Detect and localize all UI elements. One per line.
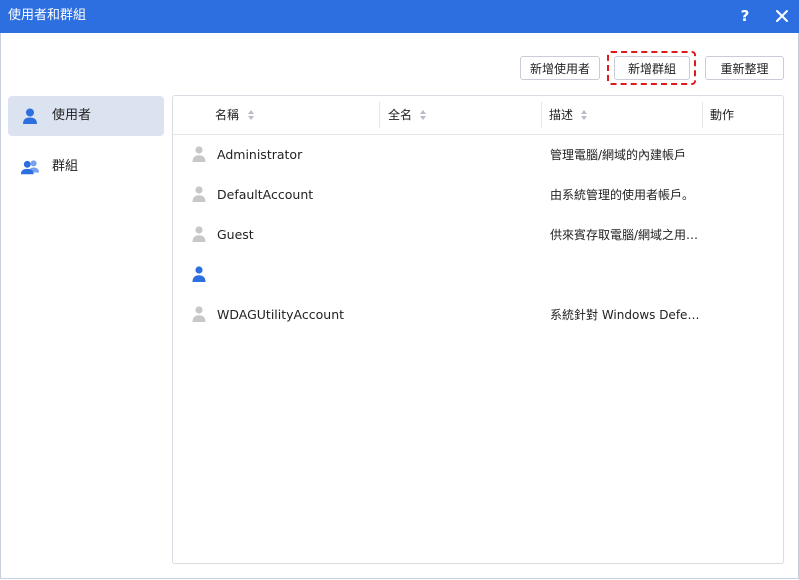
column-separator [541,102,542,128]
column-header-description[interactable]: 描述 [549,107,587,123]
user-icon [192,146,206,162]
sort-icon [420,110,426,120]
user-icon [192,266,206,282]
close-icon [776,10,788,22]
column-separator [379,102,380,128]
sort-icon [581,110,587,120]
help-button[interactable]: ? [736,6,754,26]
close-button[interactable] [772,6,792,26]
table-header: 名稱 全名 描述 動作 [173,96,783,135]
sidebar-item-users[interactable]: 使用者 [8,96,164,136]
column-header-full-name[interactable]: 全名 [388,107,426,123]
user-description: 系統針對 Windows Defender 應用程式防護案例管理和使用的使用者帳… [550,308,705,322]
user-name: Guest [217,227,254,242]
group-icon [20,160,40,175]
user-name: DefaultAccount [217,187,314,202]
table-row[interactable]: Guest 供來賓存取電腦/網域之用的內建帳戶 [173,215,783,255]
users-table: 名稱 全名 描述 動作 Administrator 管理電腦/網域的內建帳戶 Def… [172,95,784,564]
column-separator [702,102,703,128]
column-header-name[interactable]: 名稱 [215,107,254,123]
refresh-button[interactable]: 重新整理 [705,56,784,80]
add-user-button[interactable]: 新增使用者 [520,56,600,80]
user-icon [23,108,37,124]
title-bar: 使用者和群組 ? [0,0,799,33]
add-group-button[interactable]: 新增群組 [614,56,690,80]
table-row[interactable]: DefaultAccount 由系統管理的使用者帳戶。 [173,175,783,215]
sidebar-item-label: 群組 [52,159,79,174]
column-header-actions: 動作 [710,108,735,122]
table-row[interactable]: WDAGUtilityAccount 系統針對 Windows Defender … [173,295,783,335]
user-name: WDAGUtilityAccount [217,307,345,322]
sidebar-item-groups[interactable]: 群組 [8,147,164,187]
user-description: 供來賓存取電腦/網域之用的內建帳戶 [550,228,705,242]
user-icon [192,306,206,322]
sort-icon [248,110,254,120]
table-row[interactable] [173,255,783,295]
user-icon [192,186,206,202]
user-description: 由系統管理的使用者帳戶。 [550,188,695,202]
window-title: 使用者和群組 [8,8,87,23]
user-name: Administrator [217,147,303,162]
user-icon [192,226,206,242]
user-description: 管理電腦/網域的內建帳戶 [550,148,687,162]
table-row[interactable]: Administrator 管理電腦/網域的內建帳戶 [173,135,783,175]
sidebar-item-label: 使用者 [52,108,92,123]
